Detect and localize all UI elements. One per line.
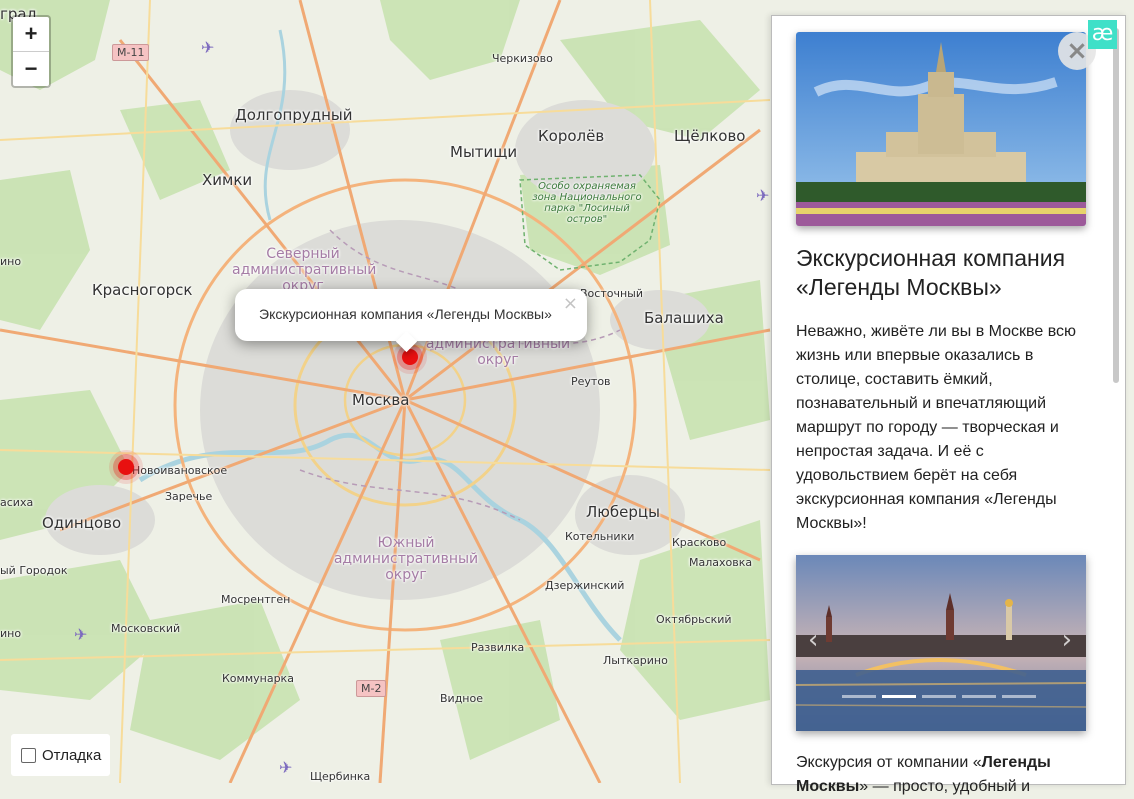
panel-footer-text: Экскурсия от компании «Легенды Москвы» —… — [796, 751, 1086, 799]
panel-scrollbar[interactable] — [1113, 28, 1119, 383]
place-label-shchelkovo: Щёлково — [674, 127, 746, 145]
place-label-vlasikha: асиха — [0, 496, 34, 509]
place-label-balashikha: Балашиха — [644, 309, 724, 327]
park-label: Особо охраняемая зона Национального парк… — [532, 181, 642, 225]
footer-suffix: » — просто, удобный и — [859, 778, 1031, 795]
place-label-lytkarino: Лыткарино — [603, 654, 668, 667]
place-label-khimki: Химки — [202, 171, 253, 189]
airport-icon: ✈ — [74, 627, 88, 644]
zoom-in-button[interactable]: + — [13, 17, 49, 51]
place-label-razvilka: Развилка — [471, 641, 525, 654]
place-label-moskva: Москва — [352, 391, 410, 409]
place-label-kotelniki: Котельники — [565, 530, 635, 543]
image-carousel[interactable]: ‹ › — [796, 555, 1086, 731]
map-marker-legends[interactable] — [402, 349, 418, 365]
place-label-zarechye: Заречье — [165, 490, 213, 503]
zoom-out-button[interactable]: − — [13, 51, 49, 86]
popup-close-button[interactable]: × — [563, 293, 578, 314]
marker-popup: Экскурсионная компания «Легенды Москвы» … — [235, 289, 587, 353]
place-label-mytishchi: Мытищи — [450, 143, 518, 161]
carousel-dot-active[interactable] — [882, 695, 916, 698]
place-label-gorodok: ый Городок — [0, 564, 68, 577]
district-label-south: Южный административный округ — [333, 535, 479, 583]
place-label-vostochny: Восточный — [580, 287, 643, 300]
airport-icon: ✈ — [201, 40, 215, 57]
panel-title: Экскурсионная компания «Легенды Москвы» — [796, 245, 1066, 300]
place-label-mosrentgen: Мосрентген — [221, 593, 291, 606]
place-label-oktyabrsky: Октябрьский — [656, 613, 732, 626]
carousel-dot[interactable] — [1002, 695, 1036, 698]
place-label-krasnogorsk: Красногорск — [92, 281, 193, 299]
airport-icon: ✈ — [756, 188, 770, 205]
place-label-lesnoy: ино — [0, 627, 22, 640]
footer-prefix: Экскурсия от компании « — [796, 754, 982, 771]
highway-shield-m2: M-2 — [356, 680, 387, 697]
carousel-prev-button[interactable]: ‹ — [808, 625, 818, 655]
place-label-lyubertsy: Люберцы — [586, 503, 660, 521]
place-label-golitsyno: ино — [0, 255, 22, 268]
carousel-next-button[interactable]: › — [1062, 625, 1072, 655]
place-label-reutov: Реутов — [571, 375, 611, 388]
popup-text: Экскурсионная компания «Легенды Москвы» — [259, 306, 552, 322]
place-label-malakhovka: Малаховка — [689, 556, 753, 569]
debug-label: Отладка — [42, 746, 102, 764]
place-label-dzerzhinsky: Дзержинский — [545, 579, 625, 592]
highway-shield-m11: M-11 — [112, 44, 150, 61]
hero-image — [796, 32, 1086, 226]
place-label-shcherbinka: Щербинка — [310, 770, 371, 783]
kremlin-image — [796, 555, 1086, 731]
place-label-krasnovo: Красково — [672, 536, 727, 549]
carousel-dot[interactable] — [922, 695, 956, 698]
district-label-north: Северный административный округ — [232, 246, 377, 294]
zoom-control: + − — [11, 15, 51, 88]
place-label-vidnoe: Видное — [440, 692, 483, 705]
map-marker[interactable] — [118, 459, 134, 475]
carousel-indicators — [842, 695, 1036, 698]
brand-badge-icon[interactable]: æ — [1088, 20, 1117, 49]
debug-toggle[interactable]: Отладка — [11, 734, 110, 776]
msu-building-image — [796, 32, 1086, 226]
panel-description: Неважно, живёте ли вы в Москве всю жизнь… — [796, 323, 1077, 532]
place-label-cherkizovo: Черкизово — [492, 52, 553, 65]
place-label-odintsovo: Одинцово — [42, 514, 122, 532]
carousel-dot[interactable] — [962, 695, 996, 698]
debug-checkbox[interactable] — [21, 747, 36, 763]
airport-icon: ✈ — [279, 760, 293, 777]
place-label-korolev: Королёв — [538, 127, 605, 145]
place-label-moskovsky: Московский — [111, 622, 181, 635]
place-label-kommunarka: Коммунарка — [222, 672, 294, 685]
place-label-dolgoprudny: Долгопрудный — [235, 106, 353, 124]
place-label-novoivanovskoe: Новоивановское — [132, 464, 228, 477]
carousel-dot[interactable] — [842, 695, 876, 698]
